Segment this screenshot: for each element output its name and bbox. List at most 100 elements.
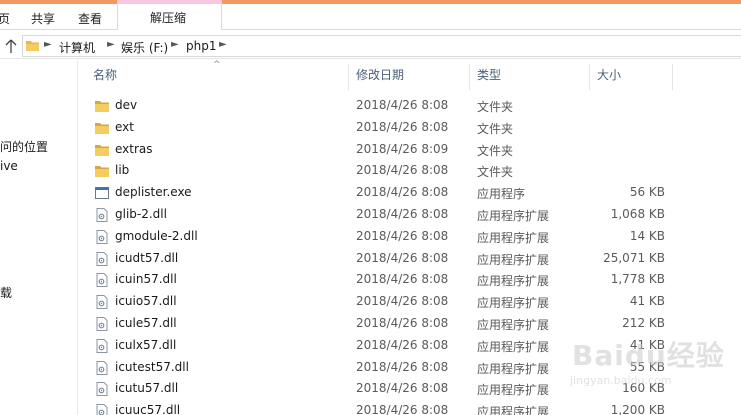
chevron-right-icon[interactable]: ►: [44, 39, 52, 50]
file-modified-date: 2018/4/26 8:08: [356, 315, 449, 330]
file-row[interactable]: glib-2.dll 2018/4/26 8:08 应用程序扩展 1,068 KB: [80, 204, 741, 226]
watermark-url: jingyan.baidu.com: [570, 374, 672, 387]
folder-icon: [26, 41, 39, 51]
chevron-right-icon[interactable]: ►: [171, 39, 179, 50]
file-size: 212 KB: [622, 315, 665, 330]
file-type: 文件夹: [477, 165, 514, 180]
file-size: 25,071 KB: [603, 250, 665, 265]
file-name: glib-2.dll: [115, 206, 167, 221]
column-divider[interactable]: [589, 64, 590, 90]
file-name: icudt57.dll: [115, 250, 179, 265]
file-name: icuin57.dll: [115, 272, 177, 287]
column-divider[interactable]: [348, 64, 349, 90]
file-modified-date: 2018/4/26 8:08: [356, 359, 449, 374]
dll-icon: [94, 316, 110, 332]
tab-extract[interactable]: 解压缩: [117, 0, 222, 30]
file-type: 应用程序扩展: [477, 274, 550, 289]
exe-icon: [94, 185, 110, 201]
folder-icon: [94, 120, 110, 136]
file-type: 应用程序扩展: [477, 208, 550, 223]
column-header-type[interactable]: 类型: [477, 66, 501, 88]
file-row[interactable]: icudt57.dll 2018/4/26 8:08 应用程序扩展 25,071 KB: [80, 248, 741, 270]
file-type: 应用程序扩展: [477, 339, 550, 354]
baidu-watermark: Baidu经验 jingyan.baidu.com: [566, 330, 741, 415]
file-size: 1,778 KB: [610, 272, 665, 287]
file-modified-date: 2018/4/26 8:08: [356, 337, 449, 352]
tab-home[interactable]: 页: [0, 10, 10, 27]
file-size: 56 KB: [629, 185, 665, 200]
nav-item-drive[interactable]: ive: [0, 159, 18, 173]
breadcrumb-computer[interactable]: 计算机: [59, 39, 95, 56]
column-divider[interactable]: [672, 64, 673, 90]
file-name: icuuc57.dll: [115, 403, 181, 415]
column-header-size[interactable]: 大小: [597, 66, 621, 88]
dll-icon: [94, 360, 110, 376]
file-size: 41 KB: [629, 294, 665, 309]
file-modified-date: 2018/4/26 8:08: [356, 250, 449, 265]
folder-icon: [94, 98, 110, 114]
file-modified-date: 2018/4/26 8:08: [356, 163, 449, 178]
file-name: dev: [115, 98, 138, 112]
file-name: deplister.exe: [115, 185, 192, 200]
file-type: 应用程序扩展: [477, 383, 550, 398]
address-row: ► 计算机 ► 娱乐 (F:) ► php1 ►: [0, 34, 741, 59]
file-type: 应用程序扩展: [477, 317, 550, 332]
file-type: 应用程序扩展: [477, 405, 550, 415]
file-modified-date: 2018/4/26 8:08: [356, 185, 449, 200]
file-modified-date: 2018/4/26 8:08: [356, 98, 449, 112]
file-row[interactable]: gmodule-2.dll 2018/4/26 8:08 应用程序扩展 14 KB: [80, 226, 741, 248]
breadcrumb-drive[interactable]: 娱乐 (F:): [121, 39, 168, 56]
file-name: lib: [115, 163, 130, 178]
file-type: 应用程序扩展: [477, 361, 550, 376]
file-row[interactable]: icuin57.dll 2018/4/26 8:08 应用程序扩展 1,778 KB: [80, 269, 741, 291]
chevron-right-icon[interactable]: ►: [107, 39, 115, 50]
tab-extract-label: 解压缩: [150, 11, 187, 25]
dll-icon: [94, 338, 110, 354]
up-arrow-icon[interactable]: [4, 37, 18, 55]
file-modified-date: 2018/4/26 8:08: [356, 119, 449, 134]
file-type: 应用程序扩展: [477, 296, 550, 311]
file-modified-date: 2018/4/26 8:08: [356, 403, 449, 415]
tab-share[interactable]: 共享: [31, 10, 55, 27]
file-name: icuio57.dll: [115, 294, 177, 309]
file-name: icutest57.dll: [115, 359, 189, 374]
file-modified-date: 2018/4/26 8:08: [356, 272, 449, 287]
file-type: 文件夹: [477, 121, 514, 136]
file-modified-date: 2018/4/26 8:08: [356, 381, 449, 396]
dll-icon: [94, 381, 110, 397]
file-row[interactable]: lib 2018/4/26 8:08 文件夹: [80, 160, 741, 182]
column-header-name[interactable]: 名称: [93, 66, 117, 88]
file-modified-date: 2018/4/26 8:08: [356, 228, 449, 243]
file-name: icule57.dll: [115, 315, 177, 330]
watermark-brand: Baidu经验: [572, 339, 725, 372]
file-name: icutu57.dll: [115, 381, 179, 396]
file-row[interactable]: deplister.exe 2018/4/26 8:08 应用程序 56 KB: [80, 182, 741, 204]
file-modified-date: 2018/4/26 8:08: [356, 206, 449, 221]
chevron-right-icon[interactable]: ►: [219, 39, 227, 50]
column-header-date[interactable]: 修改日期: [356, 66, 404, 88]
file-name: ext: [115, 119, 134, 134]
file-size: 1,068 KB: [610, 206, 665, 221]
ribbon-tab-bar: 页 共享 查看: [0, 4, 741, 30]
breadcrumb-folder[interactable]: php1: [186, 39, 216, 53]
file-type: 文件夹: [477, 143, 514, 158]
file-size: 14 KB: [629, 228, 665, 243]
address-bar[interactable]: ► 计算机 ► 娱乐 (F:) ► php1 ►: [22, 35, 741, 57]
context-tab-highlight: [117, 0, 222, 4]
dll-icon: [94, 294, 110, 310]
column-divider[interactable]: [469, 64, 470, 90]
dll-icon: [94, 403, 110, 415]
folder-icon: [94, 142, 110, 158]
nav-item-recent-places[interactable]: 问的位置: [0, 138, 48, 155]
dll-icon: [94, 272, 110, 288]
file-type: 应用程序扩展: [477, 252, 550, 267]
file-row[interactable]: icuio57.dll 2018/4/26 8:08 应用程序扩展 41 KB: [80, 291, 741, 313]
file-name: extras: [115, 141, 153, 156]
file-row[interactable]: ext 2018/4/26 8:08 文件夹: [80, 117, 741, 139]
file-row[interactable]: extras 2018/4/26 8:09 文件夹: [80, 139, 741, 161]
file-modified-date: 2018/4/26 8:09: [356, 141, 449, 156]
file-row[interactable]: dev 2018/4/26 8:08 文件夹: [80, 95, 741, 117]
nav-item-downloads[interactable]: 载: [0, 284, 12, 301]
file-type: 应用程序扩展: [477, 230, 550, 245]
tab-view[interactable]: 查看: [78, 10, 102, 27]
